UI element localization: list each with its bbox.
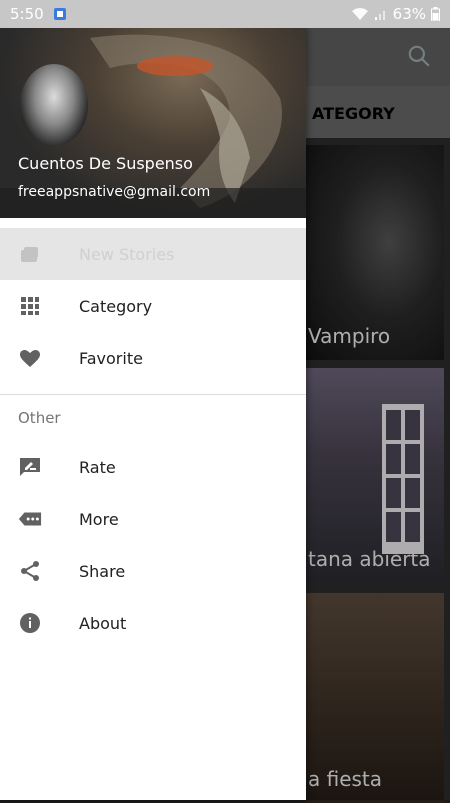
navigation-drawer: Cuentos De Suspenso freeappsnative@gmail… bbox=[0, 28, 306, 800]
nav-item-label: More bbox=[79, 509, 119, 529]
nav-item-share[interactable]: Share bbox=[0, 545, 306, 597]
grid-icon bbox=[18, 294, 42, 318]
nav-item-more[interactable]: More bbox=[0, 493, 306, 545]
app-email: freeappsnative@gmail.com bbox=[18, 184, 211, 200]
share-icon bbox=[18, 559, 42, 583]
more-icon bbox=[18, 507, 42, 531]
nav-item-label: New Stories bbox=[79, 244, 175, 264]
nav-item-about[interactable]: About bbox=[0, 597, 306, 649]
app-name: Cuentos De Suspenso bbox=[18, 154, 193, 173]
nav-item-rate[interactable]: Rate bbox=[0, 441, 306, 493]
nav-item-label: Share bbox=[79, 561, 126, 581]
app-notification-icon bbox=[53, 8, 66, 20]
drawer-header: Cuentos De Suspenso freeappsnative@gmail… bbox=[0, 28, 306, 218]
info-icon bbox=[18, 611, 42, 635]
nav-item-favorite[interactable]: Favorite bbox=[0, 332, 306, 384]
nav-item-label: Rate bbox=[79, 457, 116, 477]
signal-icon bbox=[374, 11, 385, 20]
nav-item-label: Category bbox=[79, 296, 153, 316]
battery-icon bbox=[431, 7, 440, 21]
status-time: 5:50 bbox=[10, 5, 44, 23]
drawer-list: New Stories Category Favorite Other Rate… bbox=[0, 228, 306, 649]
other-subheader: Other bbox=[18, 409, 61, 427]
wifi-icon bbox=[351, 8, 368, 20]
stack-icon bbox=[18, 242, 42, 266]
avatar bbox=[20, 64, 88, 146]
nav-item-new-stories[interactable]: New Stories bbox=[0, 228, 306, 280]
heart-icon bbox=[18, 346, 42, 370]
battery-percent: 63% bbox=[392, 5, 426, 23]
nav-item-label: About bbox=[79, 613, 127, 633]
nav-item-category[interactable]: Category bbox=[0, 280, 306, 332]
drawer-scrim[interactable] bbox=[306, 28, 450, 800]
status-bar: 5:50 63% bbox=[0, 0, 450, 28]
nav-item-label: Favorite bbox=[79, 348, 143, 368]
rate-icon bbox=[18, 455, 42, 479]
